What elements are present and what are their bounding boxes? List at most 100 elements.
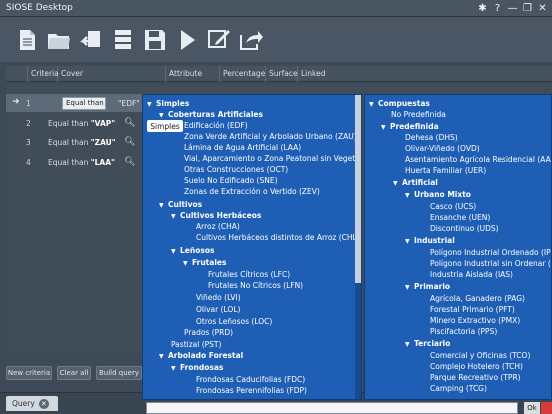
tree-node[interactable]: Frutales No Cítricos (LFN): [208, 281, 303, 291]
table-row[interactable]: 3 Equal than "ZAU" 🔍︎: [6, 133, 146, 151]
close-tab-icon[interactable]: ✕: [38, 398, 49, 409]
tree-node[interactable]: ▼ Frondosas: [171, 363, 223, 373]
header-surface[interactable]: Surface: [266, 65, 298, 82]
tree-node[interactable]: Ensanche (UEN): [430, 213, 490, 223]
close-icon[interactable]: ✕: [535, 1, 550, 16]
tree-node[interactable]: Vial, Aparcamiento o Zona Peatonal sin V…: [184, 154, 361, 164]
build-query-button[interactable]: Build query: [96, 366, 142, 380]
help-icon[interactable]: ?: [490, 1, 505, 16]
search-icon[interactable]: 🔍︎: [124, 118, 135, 128]
title-bar: SIOSE Desktop ✱ ? — ❐ ✕: [0, 0, 552, 17]
header-percentage[interactable]: Percentage: [220, 65, 266, 82]
tree-node[interactable]: Camping (TCG): [430, 384, 487, 394]
tree-node[interactable]: ▼ Terciario: [405, 339, 450, 349]
window-controls: ✱ ? — ❐ ✕: [475, 0, 550, 17]
tree-node[interactable]: Pastizal (PST): [171, 340, 221, 350]
tree-node[interactable]: ▼ Cultivos Herbáceos: [171, 211, 261, 221]
tree-node[interactable]: Discontinuo (UDS): [430, 224, 499, 234]
header-spacer: [6, 65, 28, 82]
tree-node[interactable]: Dehesa (DHS): [405, 133, 458, 143]
tree-node[interactable]: Industria Aislada (IAS): [430, 270, 513, 280]
search-icon[interactable]: 🔍︎: [124, 157, 135, 167]
tree-node[interactable]: Olivar (LOL): [196, 305, 240, 315]
tree-node[interactable]: Cultivos Herbáceos distintos de Arroz (C…: [196, 233, 360, 243]
tree-node[interactable]: ▼ Predefinida: [381, 122, 439, 132]
minimize-icon[interactable]: —: [505, 1, 520, 16]
tree-node[interactable]: Frondosas Perennifolias (FDP): [196, 386, 307, 396]
search-icon[interactable]: 🔍︎: [124, 137, 135, 147]
tree-node[interactable]: Arroz (CHA): [196, 222, 240, 232]
tree-node[interactable]: ▼ Frutales: [183, 258, 226, 268]
header-attribute[interactable]: Attribute: [166, 65, 220, 82]
new-document-icon[interactable]: [12, 24, 42, 56]
toolbar: [0, 17, 552, 62]
tree-node[interactable]: Olivar-Viñedo (OVD): [405, 144, 480, 154]
open-folder-icon[interactable]: [44, 24, 74, 56]
header-criteria[interactable]: Criteria: [28, 65, 59, 82]
tree-node[interactable]: Complejo Hotelero (TCH): [430, 362, 523, 372]
tree-node[interactable]: No Predefinida: [391, 110, 446, 120]
restore-icon[interactable]: ❐: [520, 1, 535, 16]
tree-node[interactable]: Prados (PRD): [184, 328, 233, 338]
left-tree-scrollbar[interactable]: [355, 95, 361, 399]
new-criteria-button[interactable]: New criteria: [6, 366, 52, 380]
header-cover[interactable]: Cover: [58, 65, 166, 82]
row-number: 3: [26, 137, 31, 147]
tree-node[interactable]: ▼ Artificial: [393, 178, 438, 188]
cancel-button[interactable]: [541, 402, 552, 414]
tree-node[interactable]: Otras Construcciones (OCT): [184, 165, 288, 175]
tree-node[interactable]: ▼ Cultivos: [159, 200, 202, 210]
tree-node[interactable]: ▼ Leñosos: [171, 246, 214, 256]
run-icon[interactable]: [172, 24, 202, 56]
tree-node[interactable]: Zona Verde Artificial y Arbolado Urbano …: [184, 132, 357, 142]
tree-node[interactable]: Frondosas Caducifolias (FDC): [196, 375, 305, 385]
tree-node[interactable]: Casco (UCS): [430, 202, 476, 212]
scrollbar-thumb[interactable]: [355, 95, 361, 284]
cover-condition: Equal than "VAP": [48, 118, 116, 128]
tree-node[interactable]: ▼ Urbano Mixto: [405, 190, 471, 200]
cover-condition: Equal than "LAA": [48, 157, 115, 167]
tree-node[interactable]: Suelo No Edificado (SNE): [184, 176, 278, 186]
table-row[interactable]: 1 Equal than "EDF": [6, 94, 146, 112]
tree-node[interactable]: ▼ Arbolado Forestal: [159, 351, 243, 361]
tree-node[interactable]: Asentamiento Agrícola Residencial (AAR): [405, 155, 551, 165]
tree-node[interactable]: ▼ Primario: [405, 282, 450, 292]
tree-node[interactable]: Viñedo (LVI): [196, 293, 241, 303]
tree-node[interactable]: Polígono Industrial Ordenado (IPO): [430, 248, 551, 258]
tree-node-compuestas[interactable]: ▼ Compuestas: [369, 99, 430, 109]
table-row[interactable]: 2 Equal than "VAP" 🔍︎: [6, 114, 146, 132]
clear-all-button[interactable]: Clear all: [57, 366, 91, 380]
save-icon[interactable]: [140, 24, 170, 56]
tree-node[interactable]: Lámina de Agua Artificial (LAA): [184, 143, 301, 153]
tree-node[interactable]: Polígono Industrial sin Ordenar (IPS): [430, 259, 551, 269]
export-icon[interactable]: [236, 24, 266, 56]
row-pointer-icon: ➜: [12, 97, 20, 107]
filter-input[interactable]: [146, 402, 518, 414]
table-row[interactable]: 4 Equal than "LAA" 🔍︎: [6, 153, 146, 171]
tree-node[interactable]: Minero Extractivo (PMX): [430, 316, 520, 326]
tab-query[interactable]: Query ✕: [6, 396, 58, 411]
tree-node[interactable]: Huerta Familiar (UER): [405, 166, 486, 176]
tree-node[interactable]: Edificación (EDF): [184, 121, 248, 131]
database-icon[interactable]: [108, 24, 138, 56]
tree-node[interactable]: ▼ Industrial: [405, 236, 455, 246]
simples-tree-panel: ▼ Simples ▼ Coberturas Artificiales Edific…: [142, 94, 362, 400]
header-linked[interactable]: Linked: [298, 66, 338, 82]
tree-node[interactable]: Piscifactoria (PPS): [430, 327, 497, 337]
tree-node[interactable]: Comercial y Oficinas (TCO): [430, 351, 530, 361]
tree-node[interactable]: Agrícola, Ganadero (PAG): [430, 294, 525, 304]
tree-node[interactable]: Forestal Primario (PFT): [430, 305, 515, 315]
cover-value[interactable]: "EDF": [118, 99, 140, 108]
settings-icon[interactable]: ✱: [475, 1, 490, 16]
tree-node[interactable]: Frutales Cítricos (LFC): [208, 270, 290, 280]
tree-node[interactable]: Parque Recreativo (TPR): [430, 373, 521, 383]
tree-node-simples[interactable]: ▼ Simples: [147, 99, 189, 109]
tab-query-label: Query: [12, 399, 35, 408]
edit-icon[interactable]: [204, 24, 234, 56]
tree-node[interactable]: Zonas de Extracción o Vertido (ZEV): [184, 187, 320, 197]
undo-icon[interactable]: [76, 24, 106, 56]
tree-node[interactable]: Otros Leñosos (LOC): [196, 317, 272, 327]
ok-button[interactable]: Ok: [524, 402, 540, 414]
operator-select[interactable]: Equal than: [62, 96, 106, 110]
simples-button[interactable]: Simples: [146, 119, 184, 133]
